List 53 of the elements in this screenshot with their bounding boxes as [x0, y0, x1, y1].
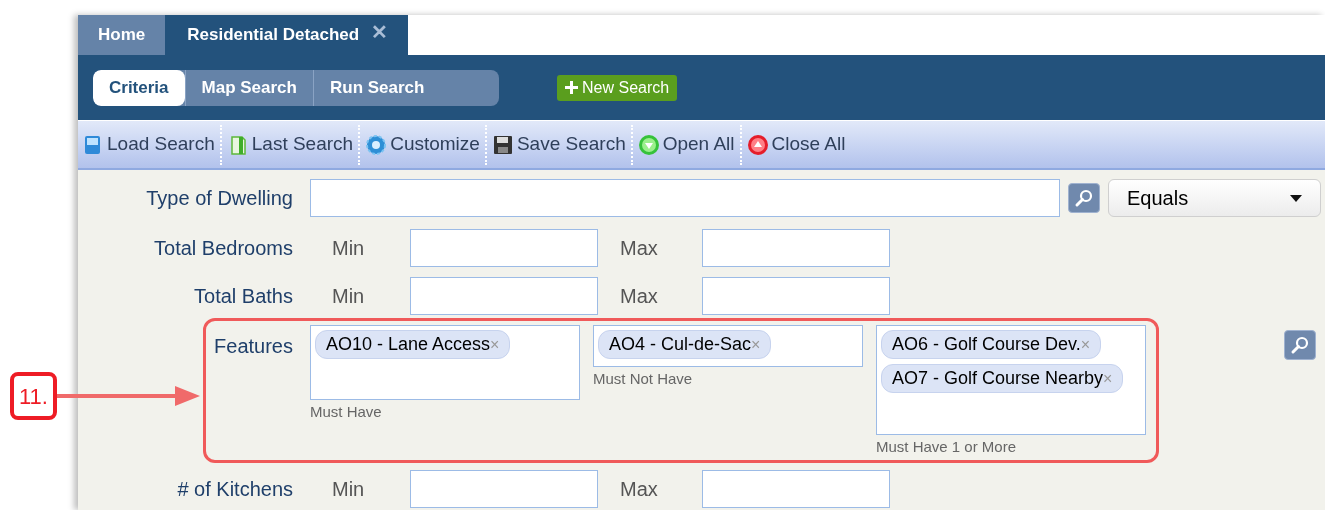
toolbar-button[interactable]: Customize [365, 130, 480, 159]
tag-chip[interactable]: AO10 - Lane Access× [315, 330, 511, 359]
field-label: # of Kitchens [177, 477, 293, 500]
tag-chip[interactable]: AO6 - Golf Course Dev.× [881, 330, 1102, 359]
tab[interactable]: Residential Detached ✕ [165, 15, 409, 55]
tag-chip[interactable]: AO7 - Golf Course Nearby× [881, 364, 1124, 393]
max-label: Max [620, 476, 659, 502]
search-icon [1290, 335, 1310, 355]
max-input-field[interactable] [702, 229, 890, 267]
caret-icon [1290, 194, 1302, 202]
box-caption: Must Have [310, 402, 383, 422]
plus-icon [565, 81, 578, 94]
view-tab[interactable]: Run Search [312, 69, 441, 106]
type-input-field[interactable] [310, 179, 1060, 217]
field-label: Type of Dwelling [146, 187, 293, 209]
toolbar-button[interactable]: Load Search [82, 130, 215, 159]
tab[interactable]: Home [78, 15, 166, 55]
max-label: Max [620, 284, 659, 309]
min-input-field[interactable] [410, 469, 598, 508]
min-input-field[interactable] [410, 229, 598, 267]
field-label: Features [214, 335, 293, 357]
tag-chip[interactable]: AO4 - Cul-de-Sac× [598, 330, 772, 359]
toolbar-button[interactable]: Last Search [226, 130, 354, 159]
search-button[interactable] [1284, 330, 1316, 360]
box-caption: Must Have 1 or More [876, 437, 1018, 457]
max-input-field[interactable] [702, 277, 890, 315]
tag-label: AO4 - Cul-de-Sac [609, 333, 752, 356]
toolbar-button[interactable]: Open All [637, 130, 735, 159]
view-tab[interactable]: Map Search [184, 69, 313, 106]
tag-box[interactable]: AO4 - Cul-de-Sac× [593, 325, 863, 367]
toolbar-button[interactable]: Save Search [491, 130, 626, 159]
search-button[interactable] [1068, 183, 1100, 213]
gear-icon [365, 133, 388, 156]
close-tab-button[interactable]: ✕ [371, 17, 389, 47]
box-caption: Must Not Have [593, 369, 694, 389]
min-input-field[interactable] [410, 277, 598, 315]
field-label: Total Bedrooms [154, 237, 293, 259]
min-label: Min [332, 476, 366, 502]
min-label: Min [332, 284, 366, 309]
tag-label: AO7 - Golf Course Nearby [892, 367, 1104, 390]
max-input-field[interactable] [702, 469, 890, 508]
toolbar-button[interactable]: Close All [746, 130, 846, 159]
operator-dropdown[interactable]: Equals [1108, 179, 1321, 217]
tag-box[interactable]: AO10 - Lane Access× [310, 325, 580, 400]
field-label: Total Baths [194, 285, 293, 307]
tag-label: AO10 - Lane Access [326, 333, 491, 356]
search-icon [1074, 188, 1094, 208]
tag-label: AO6 - Golf Course Dev. [892, 333, 1081, 356]
min-label: Min [332, 236, 366, 261]
view-tab[interactable]: Criteria [93, 69, 185, 106]
step-number-badge: 11. [10, 372, 57, 420]
max-label: Max [620, 236, 659, 261]
tag-box[interactable]: AO6 - Golf Course Dev.× AO7 - Golf Course Nearby× [876, 325, 1146, 435]
